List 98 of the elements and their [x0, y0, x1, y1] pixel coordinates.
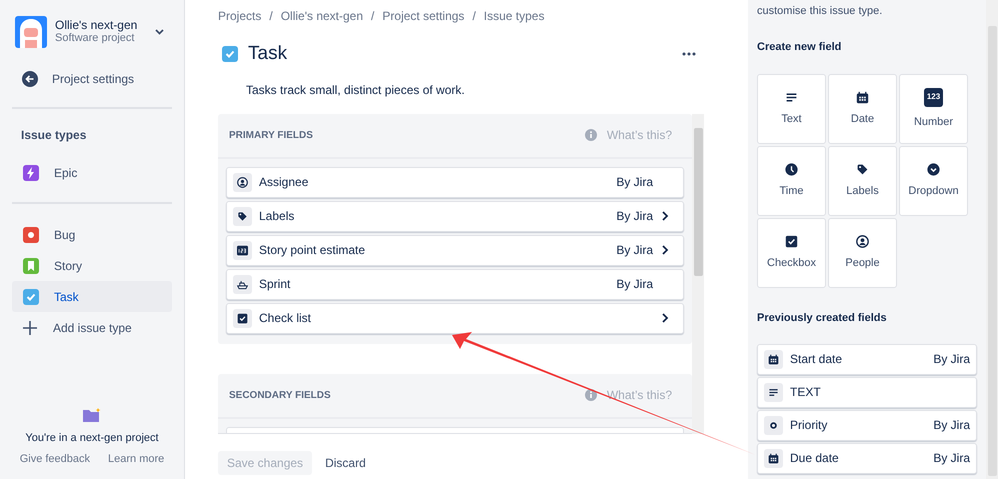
boat-icon [237, 278, 248, 290]
field-source: By Jira [616, 174, 653, 191]
tag-icon [856, 162, 869, 176]
field-row[interactable]: Story point estimate By Jira [226, 234, 684, 266]
chevron-right-icon [661, 211, 669, 221]
checkbox-icon [237, 312, 248, 324]
person-icon [856, 234, 869, 248]
tile-label: Number [914, 114, 954, 130]
number-badge: 123 [924, 88, 943, 107]
tile-label: Labels [846, 184, 879, 199]
calendar-icon [856, 90, 869, 104]
issue-type-item[interactable]: Story [12, 250, 172, 281]
description: Tasks track small, distinct pieces of work. [246, 82, 466, 98]
more-icon[interactable] [682, 52, 696, 56]
field-name: Labels [259, 208, 296, 225]
breadcrumb-link[interactable]: Projects [218, 7, 262, 25]
panel-heading: Create new field [757, 40, 842, 54]
field-row[interactable]: Priority By Jira [757, 410, 977, 440]
field-row[interactable]: Check list [226, 302, 684, 334]
scrollbar[interactable] [986, 0, 998, 479]
field-type-tile[interactable]: Checkbox [757, 218, 826, 288]
plus-icon [22, 320, 38, 336]
field-name: Story point estimate [259, 242, 366, 259]
breadcrumb-link[interactable]: Issue types [484, 7, 544, 25]
field-name: Sprint [259, 276, 292, 293]
panel-heading: Previously created fields [757, 311, 888, 326]
tile-label: Date [850, 112, 874, 127]
issue-type-item[interactable]: Bug [12, 219, 172, 250]
clock-icon [785, 162, 798, 176]
field-source: By Jira [933, 351, 970, 368]
issue-type-item[interactable]: Task [12, 281, 172, 312]
breadcrumb-separator: / [371, 8, 374, 25]
scrollbar[interactable] [692, 114, 704, 434]
tag-icon [237, 210, 248, 222]
breadcrumb-separator: / [472, 8, 476, 25]
field-row[interactable]: Labels By Jira [226, 200, 684, 232]
field-type-tile[interactable]: Dropdown [899, 146, 968, 216]
section-heading: PRIMARY FIELDS [229, 128, 314, 142]
calendar-icon [768, 354, 779, 364]
lines-icon [785, 90, 798, 104]
field-row[interactable]: Due date By Jira [757, 442, 977, 474]
footer-message: You're in a next-gen project [25, 431, 159, 446]
person-icon [237, 176, 248, 188]
project-type: Software project [55, 32, 136, 45]
field-name: Assignee [259, 174, 310, 191]
project-name: Ollie's next-gen [55, 19, 138, 32]
number-icon [237, 244, 248, 256]
tile-label: Checkbox [767, 256, 816, 271]
field-name: TEXT [790, 384, 822, 401]
folder-icon [83, 408, 101, 422]
field-name: Due date [790, 450, 840, 467]
field-name: Priority [790, 417, 828, 434]
task-type-icon [222, 46, 238, 62]
avatar-icon [15, 16, 47, 48]
footer-link[interactable]: Give feedback [20, 450, 90, 467]
issue-type-item[interactable]: Epic [12, 157, 172, 188]
field-row[interactable]: Assignee By Jira [226, 166, 684, 198]
info-icon [584, 129, 597, 141]
field-source: By Jira [933, 417, 970, 434]
breadcrumb-link[interactable]: Project settings [382, 7, 464, 25]
field-type-tile[interactable]: 123 Number [899, 74, 968, 144]
field-type-tile[interactable]: Text [757, 74, 826, 144]
field-source: By Jira [616, 242, 653, 259]
field-row[interactable]: Sprint By Jira [226, 268, 684, 300]
footer-link[interactable]: Learn more [108, 450, 164, 467]
add-issue-type[interactable]: Add issue type [12, 313, 172, 343]
field-type-tile[interactable]: People [828, 218, 897, 288]
info-icon [584, 389, 597, 401]
section-heading: SECONDARY FIELDS [229, 388, 332, 402]
field-source: By Jira [933, 450, 970, 467]
page-title: Task [248, 42, 288, 66]
tile-label: People [845, 256, 880, 271]
field-row[interactable]: Start date By Jira [757, 344, 977, 374]
field-source: By Jira [616, 208, 653, 225]
field-source: By Jira [616, 276, 653, 293]
tile-label: Text [781, 112, 802, 127]
checkbox-icon [785, 234, 798, 248]
back-link[interactable]: Project settings [22, 70, 172, 88]
panel-hint: customise this issue type. [757, 4, 884, 19]
breadcrumb-link[interactable]: Ollie's next-gen [280, 7, 364, 25]
field-name: Check list [259, 310, 312, 327]
ring-icon [768, 420, 779, 430]
calendar-icon [768, 452, 779, 464]
tile-label: Dropdown [908, 184, 959, 199]
discard-button[interactable]: Discard [321, 450, 370, 474]
field-type-tile[interactable]: Date [828, 74, 897, 144]
field-name: Start date [790, 351, 844, 368]
chevron-right-icon [661, 245, 669, 255]
chevron-right-icon [661, 313, 669, 323]
breadcrumb-separator: / [269, 8, 273, 25]
lines-icon [768, 386, 779, 398]
chevron-circle-icon [927, 162, 940, 176]
chevron-down-icon[interactable] [155, 29, 164, 35]
field-row[interactable]: TEXT [757, 376, 977, 408]
field-type-tile[interactable]: Labels [828, 146, 897, 216]
tile-label: Time [779, 184, 804, 199]
section-title: Issue types [21, 127, 88, 144]
field-type-tile[interactable]: Time [757, 146, 826, 216]
